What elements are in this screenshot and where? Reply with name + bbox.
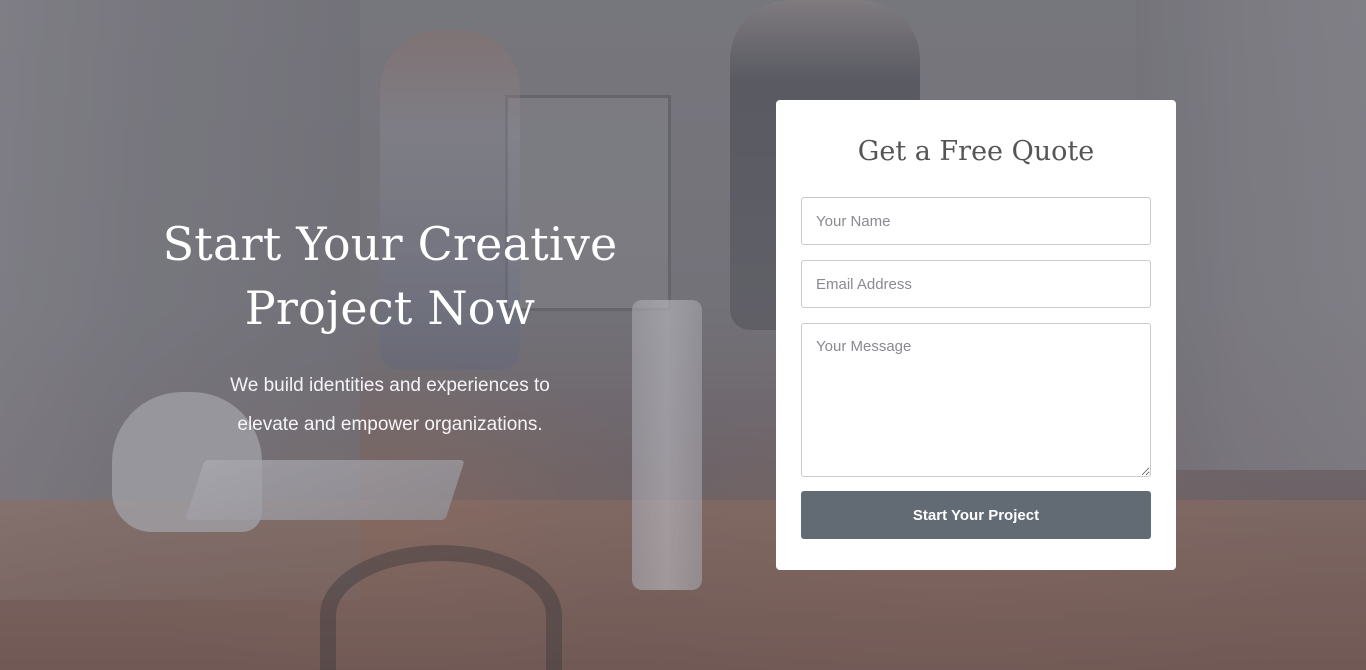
hero-title: Start Your Creative Project Now (150, 212, 630, 340)
start-project-button[interactable]: Start Your Project (801, 491, 1151, 539)
message-textarea[interactable] (801, 323, 1151, 477)
quote-form-title: Get a Free Quote (857, 136, 1095, 167)
quote-form: Get a Free Quote Start Your Project (776, 100, 1176, 570)
hero-copy: Start Your Creative Project Now We build… (150, 212, 630, 444)
hero-subtitle-line1: We build identities and experiences to (230, 375, 550, 396)
hero-title-line2: Project Now (244, 281, 536, 335)
hero-title-line1: Start Your Creative (162, 217, 618, 271)
name-input[interactable] (801, 197, 1151, 245)
hero-subtitle: We build identities and experiences to e… (210, 366, 570, 444)
email-input[interactable] (801, 260, 1151, 308)
hero-subtitle-line2: elevate and empower organizations. (237, 414, 543, 435)
hero-section: Start Your Creative Project Now We build… (0, 0, 1366, 670)
